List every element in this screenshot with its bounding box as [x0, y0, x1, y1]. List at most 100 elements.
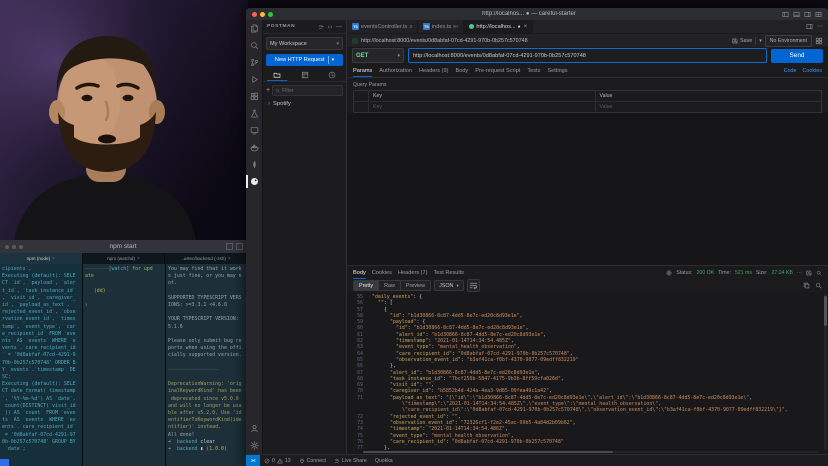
view-pretty[interactable]: Pretty: [354, 281, 379, 290]
url-input[interactable]: http://localhost:8000/events/0d8abfaf-07…: [408, 48, 767, 63]
quokka-status-item[interactable]: Quokka: [371, 458, 397, 464]
terminal-titlebar-icon-2[interactable]: [236, 243, 243, 250]
live-share-label: Live Share: [342, 458, 367, 464]
collapse-sidebar-icon[interactable]: —: [336, 24, 342, 30]
connect-status-item[interactable]: Connect: [295, 458, 330, 464]
row-checkbox-column[interactable]: [354, 102, 369, 112]
terminal-pane-sql-log[interactable]: cipients`,Executing (default): SELECT `i…: [0, 264, 82, 466]
environment-selector[interactable]: No Environment: [765, 35, 812, 47]
activity-bar-docker-icon[interactable]: [246, 139, 262, 156]
view-raw[interactable]: Raw: [379, 281, 401, 290]
terminal-tab-npm-node-[interactable]: npm (node)×: [0, 253, 83, 264]
remote-indicator[interactable]: ><: [246, 455, 260, 466]
save-response-icon[interactable]: [806, 270, 812, 276]
workspace-selector[interactable]: My Workspace ▾: [266, 37, 343, 50]
response-tab-headers-7-[interactable]: Headers (7): [398, 266, 428, 279]
toggle-panel-icon[interactable]: [793, 11, 800, 18]
terminal-titlebar-icon[interactable]: [226, 243, 233, 250]
terminal-tab-npm-watchd-[interactable]: npm (watchd)×: [83, 253, 166, 264]
response-tab-cookies[interactable]: Cookies: [372, 266, 392, 279]
terminal-line: ▮: [85, 302, 163, 309]
response-tab-body[interactable]: Body: [353, 266, 366, 279]
terminal-titlebar[interactable]: npm start: [0, 240, 248, 253]
terminal-tabbar: npm (node)×npm (watchd)×..artec/backend …: [0, 253, 248, 264]
filter-input[interactable]: Filter: [272, 85, 343, 96]
customize-layout-icon[interactable]: [815, 11, 822, 18]
copy-body-icon[interactable]: [803, 282, 810, 289]
request-tab-pre-request-script[interactable]: Pre-request Script: [475, 64, 520, 77]
param-input-value[interactable]: Value: [596, 102, 822, 112]
terminal-pane-zsh[interactable]: You may find that it works just fine, or…: [166, 264, 248, 466]
terminal-line: [168, 374, 246, 381]
editor-tab-eventscontroller-ts[interactable]: TSeventsController.ts3: [347, 20, 418, 33]
response-horizontal-scrollbar[interactable]: [363, 451, 818, 454]
invite-icon[interactable]: [318, 24, 324, 30]
terminal-tab--artec-backend-zsh-[interactable]: ..artec/backend (-zsh)×: [165, 253, 248, 264]
activity-bar-settings-gear-icon[interactable]: [246, 437, 262, 454]
request-tab-settings[interactable]: Settings: [547, 64, 567, 77]
terminal-traffic-lights[interactable]: [5, 245, 23, 249]
editor-tab-label: eventsController.ts: [361, 24, 407, 30]
close-icon[interactable]: ×: [52, 256, 55, 262]
editor-tab-index-ts[interactable]: TSindex.ts9+: [418, 20, 465, 33]
new-http-request-button[interactable]: New HTTP Request ▾: [266, 54, 343, 66]
status-bar: >< 0 13 Connect Live Share Quokka: [246, 454, 828, 466]
toggle-secondary-sidebar-icon[interactable]: [804, 11, 811, 18]
request-link-cookies[interactable]: Cookies: [803, 68, 822, 74]
save-options-chevron-icon[interactable]: ▾: [759, 38, 762, 44]
response-tab-test-results[interactable]: Test Results: [434, 266, 464, 279]
row-checkbox-column[interactable]: [354, 91, 369, 101]
view-preview[interactable]: Preview: [401, 281, 430, 290]
sidebar-tab-history[interactable]: [318, 69, 346, 81]
environment-quick-look-icon[interactable]: [815, 37, 823, 45]
activity-bar-remote-explorer-icon[interactable]: [246, 122, 262, 139]
add-collection-button[interactable]: +: [266, 87, 270, 94]
editor-tab-http-localhos-[interactable]: http://localhos...●×: [464, 20, 533, 33]
request-tab-tests[interactable]: Tests: [527, 64, 540, 77]
method-select[interactable]: GET ▾: [352, 48, 404, 63]
close-window-button[interactable]: [252, 12, 257, 17]
send-button[interactable]: Send: [771, 49, 823, 63]
vscode-titlebar[interactable]: http://localhos... ● — careful-starter: [246, 8, 828, 20]
live-share-status-item[interactable]: Live Share: [330, 458, 371, 464]
activity-bar-source-control-icon[interactable]: [246, 54, 262, 71]
sidebar-tab-environments[interactable]: [291, 69, 319, 81]
close-tab-icon[interactable]: ×: [524, 24, 528, 30]
activity-bar-run-debug-icon[interactable]: [246, 71, 262, 88]
request-tab-params[interactable]: Params: [353, 64, 372, 77]
split-editor-icon[interactable]: [806, 23, 813, 30]
terminal-pane-watch[interactable]: ────────[watch] for update (dd) ▮: [83, 264, 165, 466]
activity-bar-postman-icon[interactable]: [246, 173, 262, 190]
close-icon[interactable]: ×: [137, 256, 140, 262]
activity-bar-testing-icon[interactable]: [246, 105, 262, 122]
status-label: Status:: [676, 270, 692, 276]
close-icon[interactable]: ×: [228, 256, 231, 262]
collection-item-spotify[interactable]: › Spotify: [263, 99, 346, 109]
search-body-icon[interactable]: [815, 282, 822, 289]
toggle-sidebar-icon[interactable]: [782, 11, 789, 18]
format-select[interactable]: JSON ▾: [434, 280, 464, 291]
terminal-line: rejected_event_id`, `obse: [2, 309, 80, 316]
problems-status[interactable]: 0 13: [260, 458, 295, 464]
activity-bar-account-icon[interactable]: [246, 420, 262, 437]
request-tab-body[interactable]: Body: [455, 64, 468, 77]
activity-bar-extensions-icon[interactable]: [246, 88, 262, 105]
terminal-line: [168, 288, 246, 295]
wrap-text-icon[interactable]: [467, 279, 480, 292]
response-vertical-scrollbar[interactable]: [824, 294, 827, 450]
more-actions-icon[interactable]: ⋯: [817, 23, 823, 30]
param-input-key[interactable]: Key: [369, 102, 596, 112]
response-more-icon[interactable]: ⋯: [797, 270, 802, 276]
minimize-window-button[interactable]: [260, 12, 265, 17]
request-tab-authorization[interactable]: Authorization: [379, 64, 412, 77]
zoom-window-button[interactable]: [268, 12, 273, 17]
request-tab-headers-9-[interactable]: Headers (9): [419, 64, 449, 77]
request-link-code[interactable]: Code: [784, 68, 797, 74]
sidebar-tab-collections[interactable]: [263, 69, 291, 81]
activity-bar-files-icon[interactable]: [246, 20, 262, 37]
capture-requests-icon[interactable]: [327, 24, 333, 30]
activity-bar-search-icon[interactable]: [246, 37, 262, 54]
activity-bar-mongodb-icon[interactable]: [246, 156, 262, 173]
search-response-icon[interactable]: [816, 270, 822, 276]
save-request-button[interactable]: Save: [732, 38, 752, 44]
